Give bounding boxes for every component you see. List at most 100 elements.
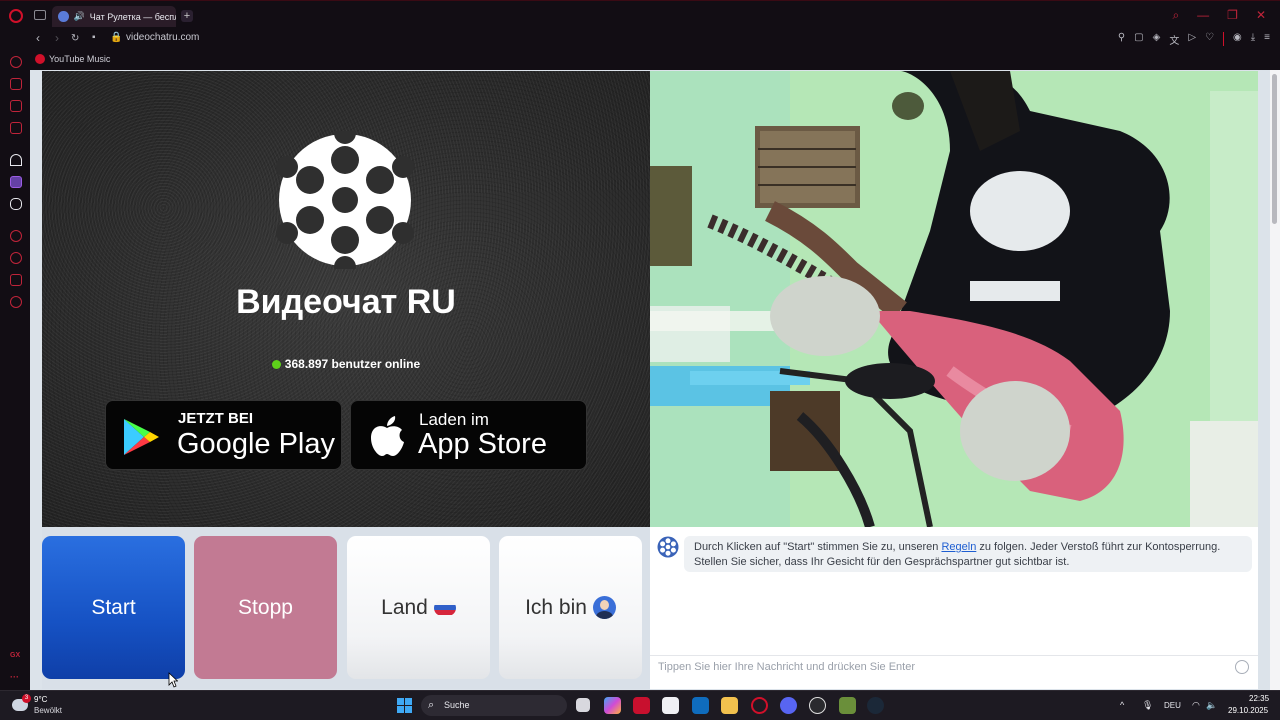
gx-corner-icon[interactable]	[10, 78, 22, 90]
vpn-icon[interactable]: ◈	[1153, 32, 1161, 47]
pin-icon[interactable]: ⚲	[1118, 32, 1125, 47]
store-icon[interactable]	[662, 697, 679, 714]
emoji-icon[interactable]	[1235, 660, 1249, 674]
bookmarks-bar: YouTube Music	[0, 50, 1280, 70]
start-button[interactable]: Start	[42, 536, 185, 679]
active-tab[interactable]: 🔊 Чат Рулетка — беспл	[52, 6, 176, 27]
tab-islands-icon[interactable]	[34, 10, 46, 20]
close-icon[interactable]: ✕	[1256, 8, 1266, 23]
discord-icon[interactable]	[10, 198, 22, 210]
copilot-icon[interactable]	[604, 697, 621, 714]
easy-setup-icon[interactable]: ≡	[1264, 32, 1270, 47]
download-icon[interactable]: ⤓	[1251, 32, 1255, 47]
aria-icon[interactable]	[10, 154, 22, 166]
app-store-button[interactable]: Laden im App Store	[350, 400, 587, 470]
microphone-icon[interactable]: 🎙	[1142, 700, 1153, 711]
opera-menu-icon[interactable]	[9, 9, 23, 23]
gx-control-icon[interactable]	[10, 56, 22, 68]
extensions-icon[interactable]	[10, 274, 22, 286]
google-play-big-text: Google Play	[177, 428, 335, 460]
app-store-small-text: Laden im	[419, 410, 489, 429]
clock-date[interactable]: 29.10.2025	[1228, 706, 1268, 715]
snapshot-icon[interactable]: ▢	[1134, 32, 1143, 47]
tab-title: Чат Рулетка — беспл	[89, 11, 176, 22]
messenger-icon[interactable]	[10, 100, 22, 112]
twitch-icon[interactable]	[10, 176, 22, 188]
google-play-button[interactable]: JETZT BEI Google Play	[105, 400, 342, 470]
account-icon[interactable]: ◉	[1233, 32, 1242, 47]
restore-icon[interactable]: ❐	[1227, 8, 1238, 23]
gx-badge[interactable]: GX	[10, 652, 20, 659]
minecraft-icon[interactable]	[839, 697, 856, 714]
apple-icon	[371, 416, 404, 456]
windows-start-icon[interactable]	[397, 698, 412, 713]
history-icon[interactable]	[10, 230, 22, 242]
country-button[interactable]: Land	[347, 536, 490, 679]
tray-overflow-icon[interactable]: ^	[1120, 700, 1124, 710]
player-icon[interactable]: ▷	[1188, 32, 1196, 47]
forward-icon[interactable]: ›	[55, 31, 59, 45]
stop-button[interactable]: Stopp	[194, 536, 337, 679]
wifi-icon[interactable]: ◠	[1192, 700, 1200, 711]
more-icon[interactable]: ···	[10, 672, 19, 682]
system-logo-icon	[657, 536, 679, 558]
scroll-thumb[interactable]	[1272, 74, 1277, 224]
page-scrollbar[interactable]	[1270, 70, 1280, 690]
heart-icon[interactable]: ♡	[1205, 32, 1214, 47]
minimize-icon[interactable]: —	[1197, 8, 1209, 23]
opera-gx-taskbar-icon[interactable]	[751, 697, 768, 714]
camera-icon[interactable]: ▪	[92, 32, 96, 43]
gender-label: Ich bin	[525, 595, 587, 619]
discord-taskbar-icon[interactable]	[780, 697, 797, 714]
system-message: Durch Klicken auf "Start" stimmen Sie zu…	[694, 540, 1244, 570]
address-bar: ‹ › ↻ ▪ 🔒 videochatru.com ⚲ ▢ ◈ 文 ▷ ♡ ◉ …	[0, 30, 1280, 50]
reload-icon[interactable]: ↻	[71, 33, 79, 44]
steam-icon[interactable]	[867, 697, 884, 714]
new-tab-button[interactable]: +	[181, 10, 193, 22]
online-text: 368.897 benutzer online	[284, 357, 421, 371]
mouse-cursor-icon	[168, 672, 178, 688]
weather-temp[interactable]: 9°C	[34, 695, 47, 704]
taskbar-search[interactable]	[421, 695, 567, 716]
opera-sidebar: GX ···	[0, 50, 30, 690]
language-indicator[interactable]: DEU	[1164, 701, 1181, 710]
webcam-image	[650, 71, 1258, 527]
youtube-music-icon[interactable]	[35, 54, 45, 64]
weather-desc[interactable]: Bewölkt	[34, 706, 62, 715]
clock-icon[interactable]	[10, 252, 22, 264]
brand-title: Видеочат RU	[236, 283, 456, 321]
mcafee-icon[interactable]	[633, 697, 650, 714]
task-view-icon[interactable]	[576, 698, 590, 712]
file-explorer-icon[interactable]	[721, 697, 738, 714]
bookmark-youtube-music[interactable]: YouTube Music	[49, 54, 110, 64]
outlook-icon[interactable]	[692, 697, 709, 714]
russia-flag-icon	[433, 599, 456, 616]
chatgpt-icon[interactable]	[809, 697, 826, 714]
online-dot-icon	[271, 359, 281, 369]
online-count: 368.897 benutzer online	[42, 357, 650, 371]
start-label: Start	[91, 595, 136, 619]
search-tabs-icon[interactable]: ⌕	[1172, 8, 1179, 23]
back-icon[interactable]: ‹	[36, 31, 40, 45]
windows-taskbar: 3 9°C Bewölkt ⌕ Suche ^ 🎙 DEU ◠ 🔈 22:35 …	[0, 690, 1280, 720]
app-store-big-text: App Store	[418, 428, 547, 460]
gender-button[interactable]: Ich bin	[499, 536, 642, 679]
chat-input-divider	[650, 655, 1258, 656]
lock-icon[interactable]: 🔒	[110, 32, 122, 43]
rules-link[interactable]: Regeln	[941, 541, 976, 553]
google-play-small-text: JETZT BEI	[178, 410, 254, 427]
message-text-1: Durch Klicken auf "Start" stimmen Sie zu…	[694, 541, 942, 553]
settings-icon[interactable]	[10, 296, 22, 308]
chat-input[interactable]: Tippen Sie hier Ihre Nachricht und drück…	[658, 661, 915, 673]
roulette-logo-icon	[276, 131, 414, 269]
site-favicon-icon	[58, 11, 69, 22]
speaker-icon[interactable]: 🔊	[74, 11, 85, 22]
volume-icon[interactable]: 🔈	[1206, 700, 1217, 711]
translate-icon[interactable]: 文	[1169, 32, 1179, 47]
player-sidebar-icon[interactable]	[10, 122, 22, 134]
tab-bar: 🔊 Чат Рулетка — беспл + ⌕ — ❐ ✕	[0, 0, 1280, 30]
clock-time[interactable]: 22:35	[1249, 694, 1269, 703]
url-field[interactable]: videochatru.com	[126, 32, 199, 43]
weather-badge: 3	[22, 694, 31, 703]
user-avatar-icon	[592, 596, 616, 619]
